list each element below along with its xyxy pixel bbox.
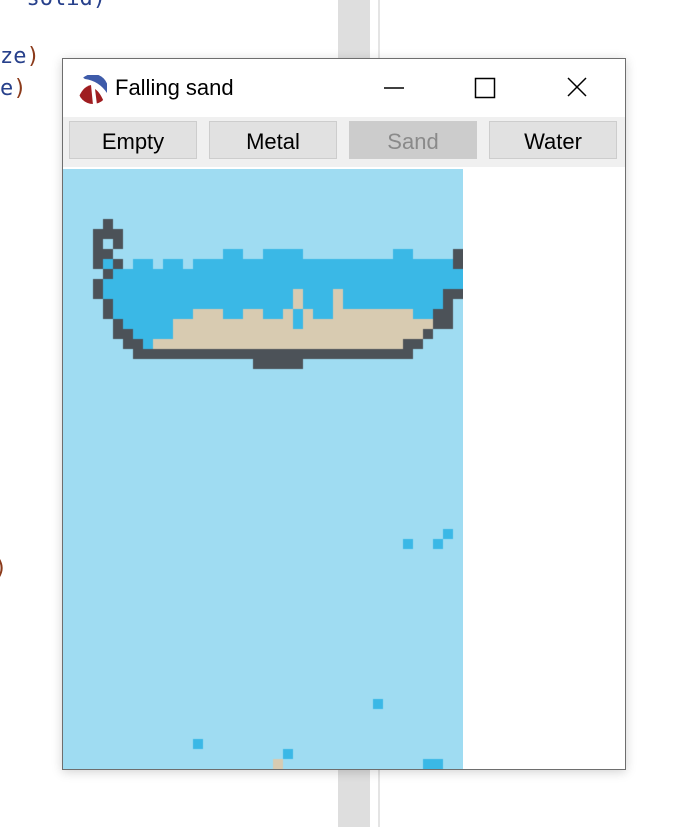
background-code-fragment-3: e) — [0, 76, 27, 101]
empty-button[interactable]: Empty — [69, 121, 197, 159]
background-code-fragment-2: ze) — [0, 44, 40, 69]
maximize-icon — [474, 77, 496, 99]
code-paren-2: ) — [13, 76, 27, 101]
window-title: Falling sand — [115, 75, 234, 100]
code-paren: ) — [26, 44, 40, 69]
maximize-button[interactable] — [439, 59, 531, 117]
background-code-fragment: solid) — [0, 0, 105, 11]
minimize-button[interactable] — [348, 59, 440, 117]
sand-canvas-area[interactable] — [63, 169, 463, 769]
code-text: ze — [0, 44, 27, 69]
simulation-canvas[interactable] — [63, 169, 463, 769]
background-code-paren: ) — [0, 556, 7, 581]
code-text-2: e — [0, 76, 14, 101]
water-button[interactable]: Water — [489, 121, 617, 159]
material-toolbar: Empty Metal Sand Water — [63, 117, 625, 167]
racket-logo-icon — [77, 73, 109, 105]
close-button[interactable] — [531, 59, 623, 117]
sand-button[interactable]: Sand — [349, 121, 477, 159]
metal-button[interactable]: Metal — [209, 121, 337, 159]
title-bar[interactable]: Falling sand — [63, 59, 625, 117]
close-icon — [567, 77, 587, 97]
minimize-icon — [384, 87, 404, 89]
falling-sand-window: Falling sand Empty Metal Sand Water — [62, 58, 626, 770]
